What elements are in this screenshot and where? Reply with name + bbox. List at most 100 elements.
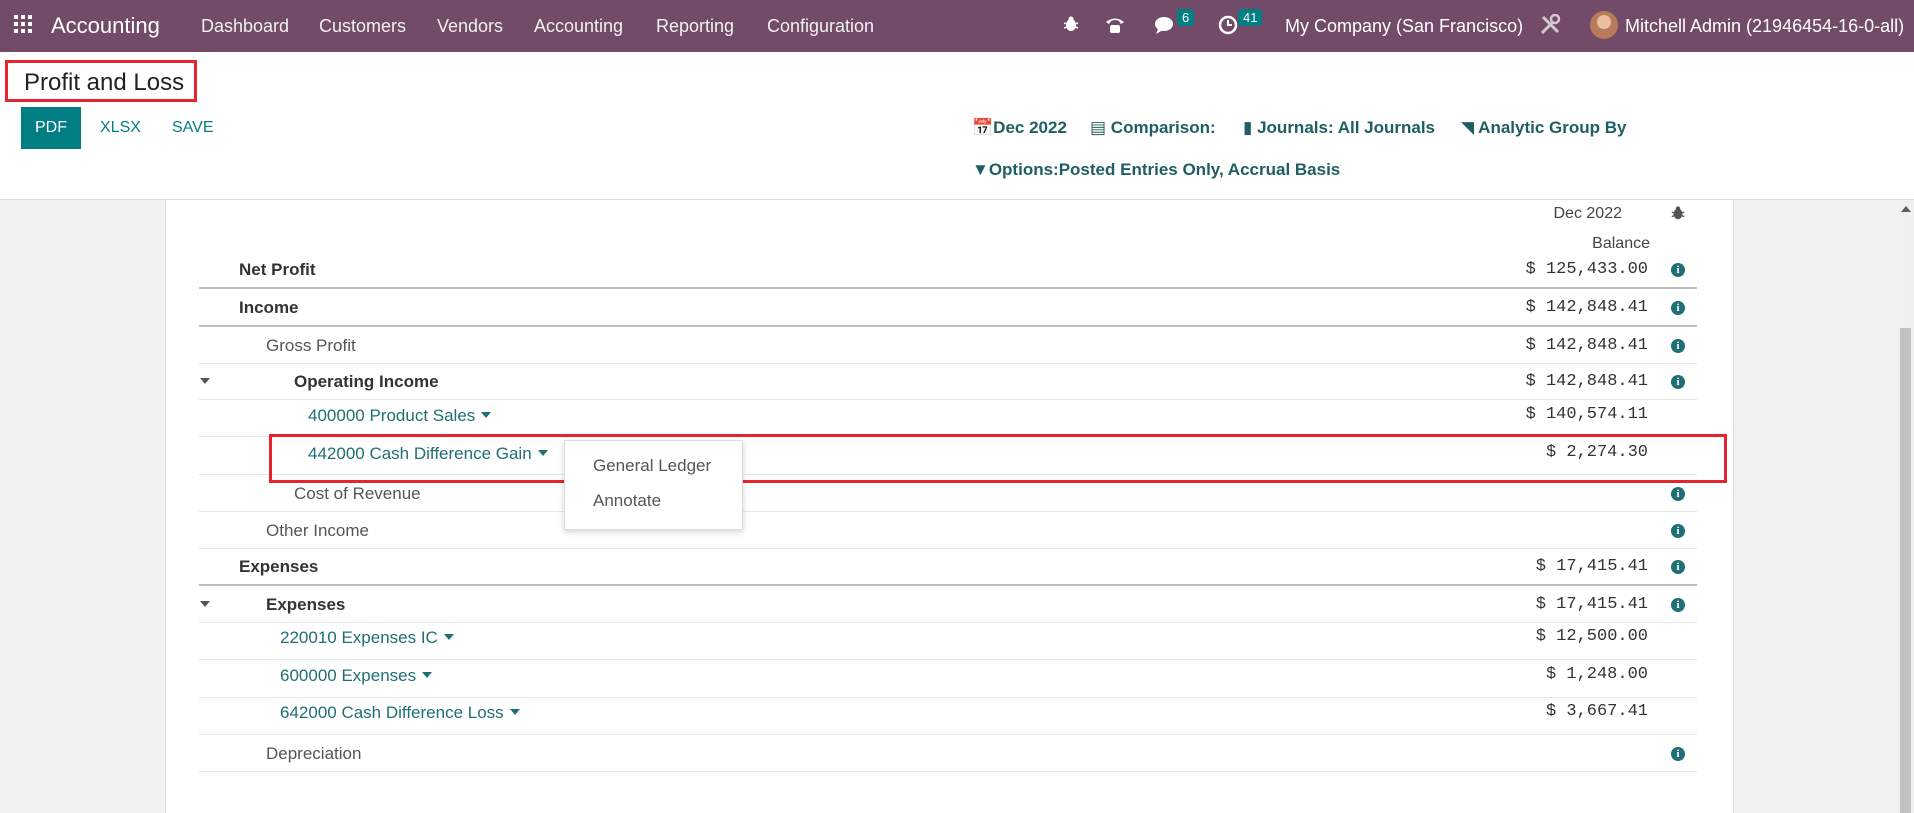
row-income: Income xyxy=(239,298,299,317)
debug-info-icon[interactable] xyxy=(1670,205,1686,221)
caret-down-icon[interactable] xyxy=(481,412,492,418)
row-divider xyxy=(199,548,1697,549)
pdf-button[interactable]: PDF xyxy=(21,107,81,149)
bar-chart-icon: ▤ xyxy=(1090,118,1107,137)
fold-caret-icon[interactable] xyxy=(200,378,210,384)
menu-dashboard[interactable]: Dashboard xyxy=(201,16,289,37)
amount-net-profit: $ 125,433.00 xyxy=(1525,260,1648,279)
date-filter[interactable]: 📅Dec 2022 xyxy=(972,118,1067,138)
scroll-up-arrow-icon[interactable] xyxy=(1901,206,1911,212)
comparison-filter[interactable]: ▤ Comparison: xyxy=(1090,118,1216,138)
caret-down-icon[interactable] xyxy=(422,672,433,678)
amount-product-sales: $ 140,574.11 xyxy=(1525,405,1648,424)
fold-caret-icon[interactable] xyxy=(200,601,210,607)
info-icon[interactable]: i xyxy=(1671,598,1685,612)
calendar-icon: 📅 xyxy=(972,118,994,137)
account-label: 220010 Expenses IC xyxy=(280,628,438,647)
row-gross-profit[interactable]: Gross Profit xyxy=(266,336,356,356)
row-expenses-section: Expenses xyxy=(239,557,319,576)
row-highlight-box xyxy=(269,434,1727,483)
page-title: Profit and Loss xyxy=(5,60,197,102)
row-other-income[interactable]: Other Income xyxy=(266,521,369,541)
account-label: 400000 Product Sales xyxy=(308,406,476,425)
info-icon[interactable]: i xyxy=(1671,375,1685,389)
row-divider xyxy=(199,734,1697,735)
comparison-filter-label: Comparison: xyxy=(1110,118,1216,137)
amount-gross-profit: $ 142,848.41 xyxy=(1525,336,1648,355)
activity-clock-icon[interactable] xyxy=(1218,15,1238,35)
company-switcher[interactable]: My Company (San Francisco) xyxy=(1285,16,1523,37)
account-actions-dropdown: General Ledger Annotate xyxy=(564,440,743,530)
report-margin-left xyxy=(0,200,165,813)
analytic-filter-label: Analytic Group By xyxy=(1478,118,1627,137)
journals-filter[interactable]: ▮ Journals: All Journals xyxy=(1243,118,1435,138)
app-brand[interactable]: Accounting xyxy=(51,13,160,39)
row-divider xyxy=(199,287,1697,289)
column-balance-header: Balance xyxy=(1592,235,1650,252)
options-filter-label: Options:Posted Entries Only, Accrual Bas… xyxy=(988,160,1341,179)
row-account-product-sales[interactable]: 400000 Product Sales xyxy=(308,406,492,426)
info-icon[interactable]: i xyxy=(1671,263,1685,277)
info-icon[interactable]: i xyxy=(1671,301,1685,315)
row-divider xyxy=(199,622,1697,623)
menu-configuration[interactable]: Configuration xyxy=(767,16,874,37)
folder-open-icon: ◥ xyxy=(1461,118,1475,137)
book-icon: ▮ xyxy=(1243,118,1253,137)
info-icon[interactable]: i xyxy=(1671,747,1685,761)
menu-accounting[interactable]: Accounting xyxy=(534,16,623,37)
row-divider xyxy=(199,697,1697,698)
save-button[interactable]: SAVE xyxy=(172,119,214,137)
row-divider xyxy=(199,584,1697,586)
caret-down-icon[interactable] xyxy=(509,709,520,715)
row-expenses-group[interactable]: Expenses xyxy=(266,595,345,615)
messages-icon[interactable] xyxy=(1154,15,1178,35)
menu-reporting[interactable]: Reporting xyxy=(656,16,734,37)
account-label: 600000 Expenses xyxy=(280,666,417,685)
amount-expenses-group: $ 17,415.41 xyxy=(1535,595,1648,614)
tools-icon[interactable] xyxy=(1539,14,1561,36)
user-menu[interactable]: Mitchell Admin (21946454-16-0-all) xyxy=(1625,16,1904,37)
top-navbar: Accounting Dashboard Customers Vendors A… xyxy=(0,0,1914,52)
row-net-profit: Net Profit xyxy=(239,260,316,279)
phone-icon[interactable] xyxy=(1104,15,1126,35)
general-ledger-menu-item[interactable]: General Ledger xyxy=(593,456,711,476)
user-avatar[interactable] xyxy=(1590,11,1618,39)
amount-expenses-section: $ 17,415.41 xyxy=(1535,557,1648,576)
analytic-filter[interactable]: ◥ Analytic Group By xyxy=(1461,118,1626,138)
row-divider xyxy=(199,511,1697,512)
column-period-header: Dec 2022 xyxy=(1553,205,1623,222)
info-icon[interactable]: i xyxy=(1671,524,1685,538)
row-operating-income[interactable]: Operating Income xyxy=(294,372,439,392)
journals-filter-label: Journals: All Journals xyxy=(1257,118,1436,137)
date-filter-label: Dec 2022 xyxy=(993,118,1067,137)
row-divider xyxy=(199,399,1697,400)
row-cost-of-revenue[interactable]: Cost of Revenue xyxy=(294,484,421,504)
info-icon[interactable]: i xyxy=(1671,487,1685,501)
row-account-expenses-ic[interactable]: 220010 Expenses IC xyxy=(280,628,454,648)
vertical-scrollbar[interactable] xyxy=(1897,200,1914,813)
row-account-cash-difference-loss[interactable]: 642000 Cash Difference Loss xyxy=(280,703,520,723)
messages-count-badge: 6 xyxy=(1177,9,1195,26)
row-divider xyxy=(199,659,1697,660)
scrollbar-thumb[interactable] xyxy=(1900,328,1911,813)
debug-icon[interactable] xyxy=(1062,15,1080,33)
account-label: 642000 Cash Difference Loss xyxy=(280,703,504,722)
caret-down-icon[interactable] xyxy=(443,634,454,640)
report-margin-right xyxy=(1732,200,1897,813)
row-account-expenses[interactable]: 600000 Expenses xyxy=(280,666,433,686)
amount-expenses: $ 1,248.00 xyxy=(1545,665,1648,684)
row-depreciation[interactable]: Depreciation xyxy=(266,744,361,764)
menu-vendors[interactable]: Vendors xyxy=(437,16,503,37)
menu-customers[interactable]: Customers xyxy=(319,16,406,37)
row-divider xyxy=(199,363,1697,364)
info-icon[interactable]: i xyxy=(1671,560,1685,574)
amount-income: $ 142,848.41 xyxy=(1525,298,1648,317)
activities-count-badge: 41 xyxy=(1238,9,1263,26)
xlsx-button[interactable]: XLSX xyxy=(100,119,141,137)
info-icon[interactable]: i xyxy=(1671,339,1685,353)
row-divider xyxy=(199,325,1697,327)
annotate-menu-item[interactable]: Annotate xyxy=(593,491,661,511)
row-divider xyxy=(199,771,1697,772)
options-filter[interactable]: ▼Options:Posted Entries Only, Accrual Ba… xyxy=(972,160,1340,180)
apps-menu-icon[interactable] xyxy=(14,15,34,35)
